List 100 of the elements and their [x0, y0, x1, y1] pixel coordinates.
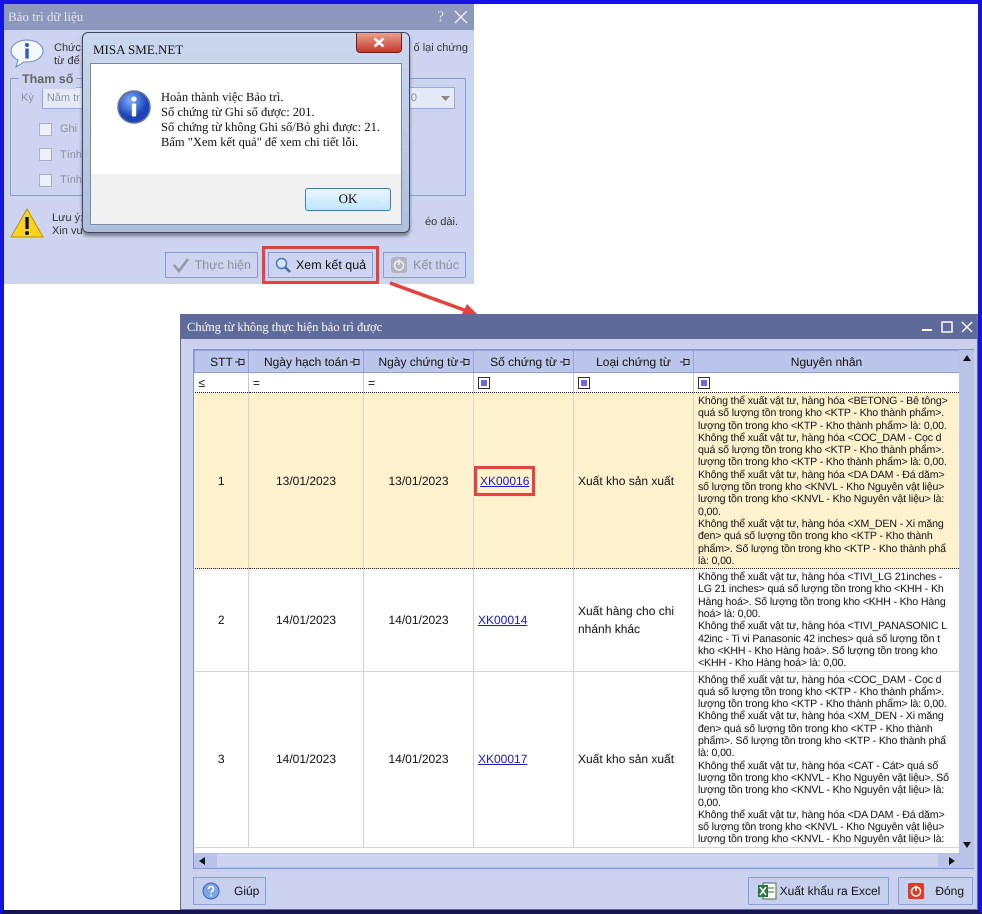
reason-text: Không thể xuất vật tư, hàng hóa <CAT - Cát> quá số	[698, 760, 940, 772]
footer-button[interactable]: Giúp	[193, 877, 266, 905]
reason-text: phẩm>. Số lượng tồn trong kho <KTP - Kho thành phẩ	[698, 542, 947, 555]
column-header[interactable]: Loại chứng từ	[574, 350, 694, 372]
table-cell: 14/01/2023	[276, 612, 336, 627]
action-button[interactable]: Xem kết quả	[268, 252, 374, 278]
close-icon	[373, 37, 385, 48]
table-cell: Xuất hàng cho chi nhánh khác	[578, 604, 674, 636]
maximize-icon[interactable]	[941, 321, 953, 333]
warning-icon	[10, 208, 44, 238]
table-cell: Xuất kho sản xuất	[578, 752, 674, 766]
table-cell: 1	[218, 474, 225, 488]
column-header[interactable]: Ngày chứng từ	[364, 350, 474, 372]
voucher-link[interactable]: XK00016	[480, 472, 530, 490]
ok-button[interactable]: OK	[305, 188, 391, 210]
caret-icon	[441, 96, 450, 100]
table-cell: 3	[218, 752, 225, 766]
reason-text: đen> quá số lượng tồn trong kho <KTP - Kho thành	[698, 722, 934, 735]
column-header[interactable]: Nguyên nhân	[694, 350, 959, 372]
reason-text: 42inc - Ti vi Panasonic 42 inches> quá số lượng tồn t	[698, 632, 941, 645]
reason-text: quá số lượng tồn trong kho <KTP - Kho thành phẩm>.	[698, 407, 946, 420]
field-value: 0	[410, 90, 417, 106]
window-title: Chứng từ không thực hiện bảo trì được	[187, 318, 382, 336]
reason-text: Không thể xuất vật tư, hàng hóa <COC_DAM - Cọc d	[698, 674, 942, 686]
window-title: Bảo trì dữ liệu	[8, 8, 84, 26]
reason-text: quá số lượng tồn trong kho <KTP - Kho thành phẩm>.	[698, 444, 946, 456]
power-icon	[907, 882, 926, 900]
reason-text: là: 0,00.	[698, 554, 736, 568]
scrollbar[interactable]	[194, 853, 959, 868]
checkbox[interactable]	[39, 174, 52, 187]
table-row[interactable]	[194, 568, 959, 672]
table-cell: 14/01/2023	[388, 752, 449, 766]
option-label: Ghi	[60, 122, 78, 137]
scroll-left-icon[interactable]	[198, 856, 204, 864]
column-header[interactable]: Số chứng từ	[474, 350, 574, 372]
table-row[interactable]	[194, 392, 959, 569]
voucher-link[interactable]: XK00014	[478, 612, 528, 627]
table-cell: Xuất kho sản xuất	[578, 474, 674, 488]
scrollbar[interactable]	[959, 350, 974, 868]
reason-text: quá số lượng tồn trong kho <KTP - Kho thành phẩm>.	[698, 686, 946, 698]
note-text: Lưu ý:	[52, 212, 84, 225]
reason-text: Không thể xuất vật tư, hàng hóa <TIVI_LG 21inches -	[698, 571, 944, 584]
reason-text: Không thể xuất vật tư, hàng hóa <TIVI_PANASONIC L	[698, 620, 948, 633]
reason-text: lượng tồn trong kho <KNVL - Kho Nguyên vật liệu> là:	[698, 833, 946, 846]
reason-text: Không thể xuất vật tư, hàng hóa <COC_DAM - Cọc d	[698, 432, 942, 444]
checkbox[interactable]	[39, 122, 52, 136]
scroll-down-icon[interactable]	[962, 842, 970, 848]
reason-text: Không thể xuất vật tư, hàng hóa <XM_DEN - Xi măng	[698, 710, 945, 723]
check-icon	[172, 257, 190, 273]
help-icon	[202, 882, 220, 900]
voucher-link[interactable]: XK00017	[478, 752, 528, 766]
spreadsheet-icon	[756, 881, 777, 901]
filter-icon[interactable]	[698, 376, 710, 388]
filter-operator[interactable]: =	[253, 376, 260, 390]
column-header[interactable]: STT	[194, 350, 248, 372]
footer-button[interactable]: Xuất khẩu ra Excel	[748, 877, 890, 905]
info-icon	[10, 38, 44, 68]
table-row[interactable]	[194, 671, 959, 848]
reason-text: kho <KHH - Kho Hàng hoá>. Số lượng tồn trong kho	[698, 644, 938, 658]
table-cell: 13/01/2023	[276, 474, 336, 488]
description-text: Chức	[54, 42, 81, 55]
field-label: Kỳ	[21, 90, 34, 106]
info-icon	[117, 90, 151, 124]
reason-text: 0,00.	[698, 506, 722, 518]
filter-operator[interactable]: =	[368, 376, 376, 390]
reason-text: lượng tồn trong kho <KTP - Kho thành phẩm> là: 0,00.	[698, 698, 948, 710]
reason-text: Không thể xuất vật tư, hàng hóa <DA DAM - Đá dăm>	[698, 808, 946, 822]
scroll-right-icon[interactable]	[948, 856, 954, 864]
scroll-up-icon[interactable]	[962, 354, 970, 360]
option-label: Tính	[60, 173, 82, 188]
reason-text: Hàng hoá>. Số lượng tồn trong kho <KHH - Kho Hàng	[698, 596, 947, 608]
table-cell: 13/01/2023	[388, 474, 449, 488]
reason-text: Không thể xuất vật tư, hàng hóa <BETONG - Bê tông>	[698, 395, 949, 408]
reason-text: Không thể xuất vật tư, hàng hóa <DA DAM - Đá dăm>	[698, 468, 946, 482]
footer-button[interactable]: Đóng	[898, 877, 973, 905]
reason-text: số lượng tồn trong kho <KNVL - Kho Nguyên vật liệu>	[698, 821, 946, 834]
table-cell: 2	[218, 612, 225, 627]
reason-text: Không thể xuất vật tư, hàng hóa <XM_DEN - Xi măng	[698, 518, 945, 530]
field-value: Năm tr	[46, 90, 80, 106]
checkbox[interactable]	[39, 148, 52, 162]
column-header[interactable]: Ngày hạch toán	[248, 350, 364, 372]
reason-text: hoá> là: 0,00.	[698, 608, 762, 620]
filter-icon[interactable]	[478, 376, 490, 388]
reason-text: số lượng tồn trong kho <KNVL - Kho Nguyên vật liệu>	[698, 481, 946, 494]
option-label: Tính	[60, 148, 82, 162]
message-text: Bấm "Xem kết quả" để xem chi tiết lỗi.	[161, 135, 360, 150]
reason-text: lượng tồn trong kho <KNVL - Kho Nguyên vật liệu> là:	[698, 784, 946, 796]
message-text: Hoàn thành việc Bảo trì.	[161, 90, 285, 105]
filter-icon[interactable]	[578, 376, 590, 388]
reason-text: đen> quá số lượng tồn trong kho <KTP - Kho thành	[698, 530, 934, 543]
reason-text: 0,00.	[698, 796, 722, 809]
message-text: Số chứng từ không Ghi sổ/Bỏ ghi được: 21.	[161, 120, 380, 135]
description-text: ố lại chứng	[414, 41, 468, 56]
table-cell: 14/01/2023	[388, 612, 449, 627]
message-text: Số chứng từ Ghi sổ được: 201.	[161, 105, 316, 120]
reason-text: phẩm>. Số lượng tồn trong kho <KTP - Kho thành phẩ	[698, 735, 947, 748]
filter-operator[interactable]: ≤	[198, 376, 206, 390]
power-icon	[390, 256, 408, 274]
close-button[interactable]	[356, 33, 402, 53]
note-text: éo dài.	[424, 215, 458, 230]
